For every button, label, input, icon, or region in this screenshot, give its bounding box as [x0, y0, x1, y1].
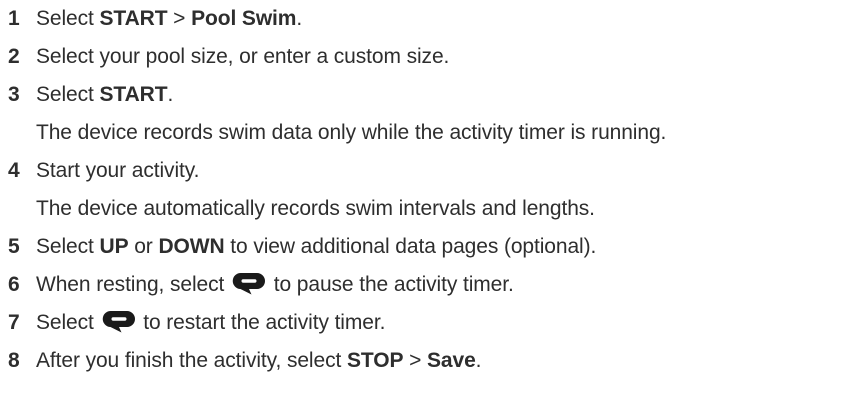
lap-loop-icon: [232, 272, 265, 295]
step-note: The device automatically records swim in…: [36, 197, 595, 220]
step-number: 8: [8, 349, 20, 372]
step-text: When resting, select to pause the activi…: [36, 266, 514, 304]
step-number: 7: [8, 311, 20, 334]
step-text: Select to restart the activity timer.: [36, 304, 385, 342]
step-text: Select START.: [36, 83, 174, 106]
pool-swim-option: Pool Swim: [191, 7, 297, 30]
step-text: Select UP or DOWN to view additional dat…: [36, 235, 597, 258]
step-text: Select your pool size, or enter a custom…: [36, 45, 450, 68]
step-number: 4: [8, 159, 20, 182]
step-number: 6: [8, 273, 20, 296]
step-number: 2: [8, 45, 20, 68]
step-text: Start your activity.: [36, 159, 200, 182]
step-number: 3: [8, 83, 20, 106]
stop-key: STOP: [346, 349, 404, 372]
instruction-steps: 1 Select START > Pool Swim. 2 Select you…: [0, 0, 857, 394]
step-number: 5: [8, 235, 20, 258]
step-note: The device records swim data only while …: [36, 121, 667, 144]
step-text: After you finish the activity, select ST…: [36, 349, 482, 372]
lap-loop-icon: [102, 310, 135, 333]
step-number: 1: [8, 7, 20, 30]
up-key: UP: [99, 235, 129, 258]
start-key: START: [99, 7, 168, 30]
step-text: Select START > Pool Swim.: [36, 7, 303, 30]
down-key: DOWN: [158, 235, 225, 258]
save-option: Save: [427, 349, 476, 372]
start-key: START: [99, 83, 168, 106]
